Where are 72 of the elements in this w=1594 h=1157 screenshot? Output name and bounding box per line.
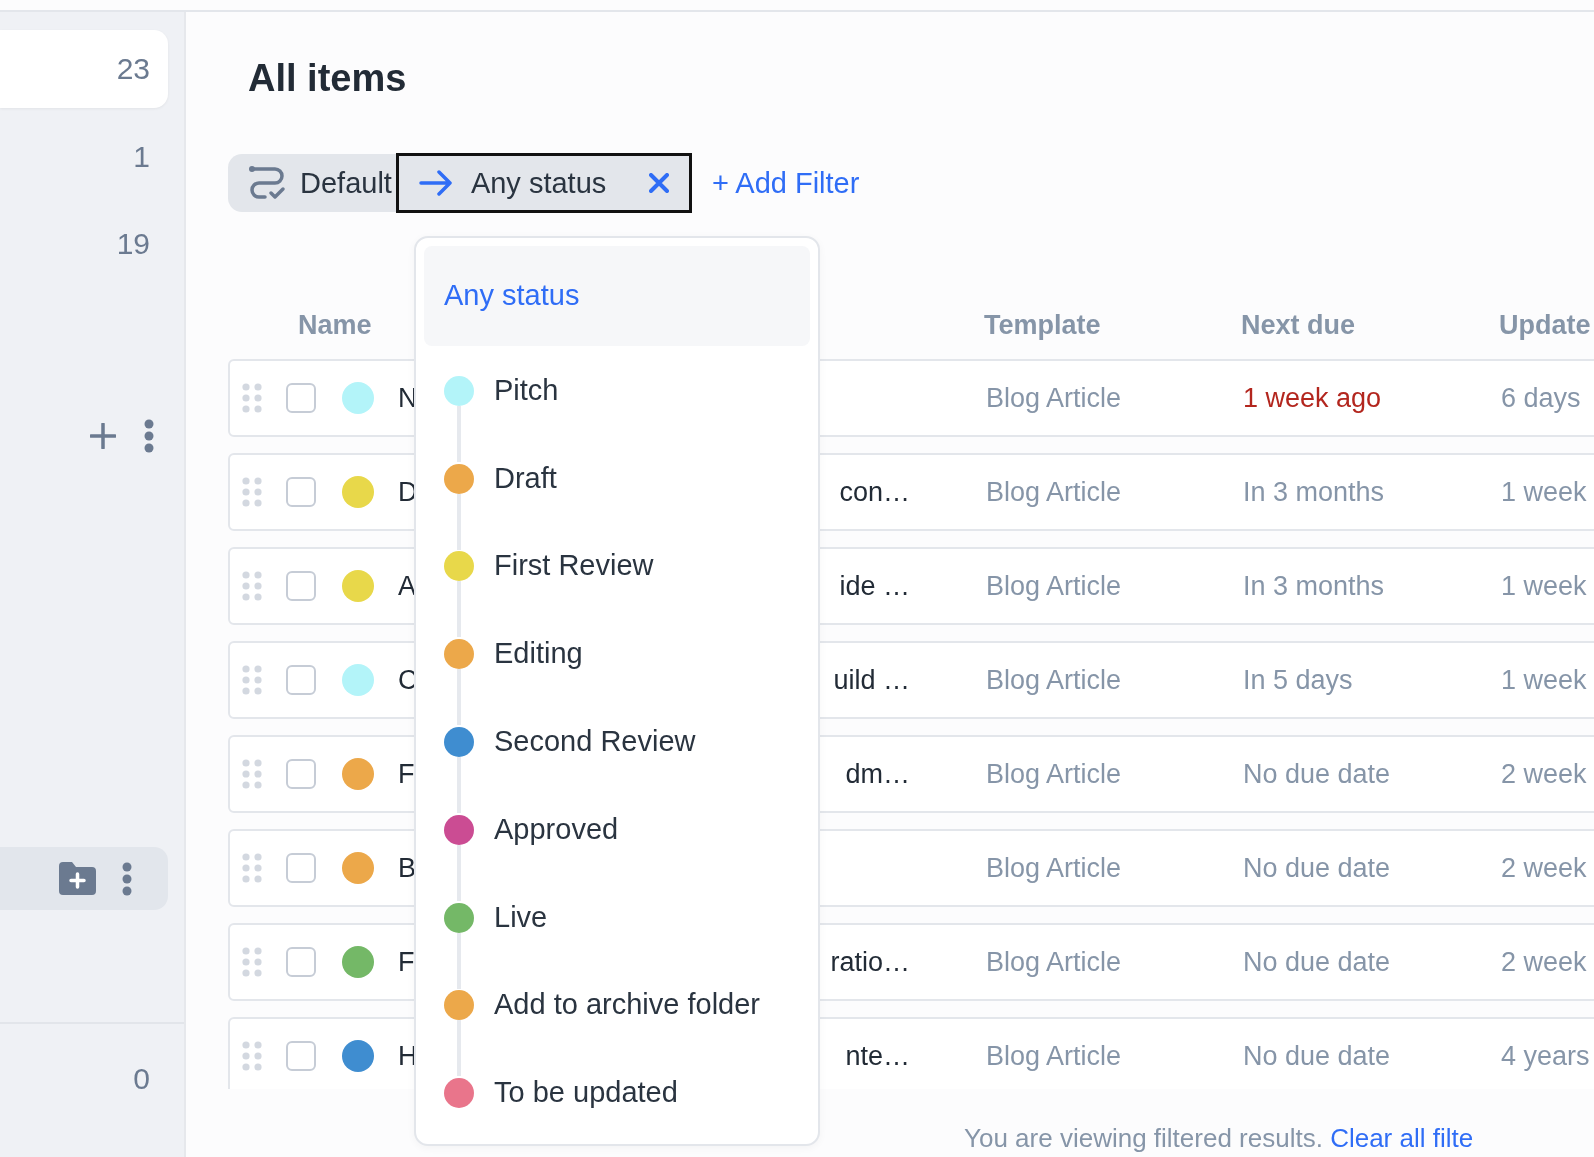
- table-cell-text: 2 week: [1501, 758, 1588, 790]
- drag-handle-icon[interactable]: [242, 383, 262, 413]
- table-cell-text: Blog Article: [986, 570, 1123, 602]
- table-cell-text: In 3 months: [1243, 476, 1386, 508]
- folder-plus-icon[interactable]: [59, 862, 96, 895]
- table-cell: uild …: [833, 664, 910, 696]
- table-cell-text: 1 week ago: [1243, 382, 1383, 414]
- view-selector[interactable]: Default: [228, 154, 396, 212]
- menu-item[interactable]: Any status: [424, 246, 810, 346]
- menu-item[interactable]: First Review: [494, 549, 654, 583]
- table-cell-text: 2 week: [1501, 946, 1588, 978]
- table-cell: F: [398, 946, 415, 978]
- table-cell-text: 1 week: [1501, 570, 1588, 602]
- sidebar-count[interactable]: 23: [0, 30, 168, 108]
- drag-handle-icon[interactable]: [242, 947, 262, 977]
- sidebar-count[interactable]: 0: [0, 1062, 184, 1096]
- table-cell-text: Blog Article: [986, 664, 1123, 696]
- table-cell-text: 4 years: [1501, 1040, 1591, 1072]
- table-cell-text: Blog Article: [986, 382, 1123, 414]
- sidebar-count[interactable]: 19: [0, 205, 168, 283]
- table-cell-text: In 3 months: [1243, 570, 1386, 602]
- more-icon[interactable]: [122, 861, 132, 896]
- table-cell-text: No due date: [1243, 946, 1392, 978]
- table-cell-text: No due date: [1243, 758, 1392, 790]
- table-cell: A: [398, 570, 416, 602]
- table-cell: con…: [839, 476, 910, 508]
- menu-item[interactable]: Draft: [494, 461, 557, 495]
- table-cell: dm…: [845, 758, 910, 790]
- route-icon: [248, 165, 286, 201]
- row-checkbox[interactable]: [286, 853, 316, 883]
- arrow-right-icon: [418, 170, 453, 196]
- row-checkbox[interactable]: [286, 947, 316, 977]
- drag-handle-icon[interactable]: [242, 1041, 262, 1071]
- add-filter-link[interactable]: + Add Filter: [711, 166, 860, 200]
- table-cell-text: Blog Article: [986, 946, 1123, 978]
- menu-item[interactable]: Pitch: [494, 373, 559, 407]
- table-cell-text: No due date: [1243, 1040, 1392, 1072]
- row-checkbox[interactable]: [286, 477, 316, 507]
- plus-icon[interactable]: [90, 423, 116, 449]
- table-cell-text: In 5 days: [1243, 664, 1354, 696]
- drag-handle-icon[interactable]: [242, 665, 262, 695]
- folder-row[interactable]: [0, 847, 168, 910]
- sidebar-count[interactable]: 1: [0, 118, 168, 196]
- table-cell: B: [398, 852, 416, 884]
- more-icon[interactable]: [144, 419, 154, 453]
- drag-handle-icon[interactable]: [242, 571, 262, 601]
- row-checkbox[interactable]: [286, 665, 316, 695]
- page-title: All items: [248, 56, 408, 101]
- table-cell-text: 2 week: [1501, 852, 1588, 884]
- table-cell-text: 1 week: [1501, 664, 1588, 696]
- table-cell-text: 6 days: [1501, 382, 1582, 414]
- table-cell-text: Blog Article: [986, 476, 1123, 508]
- row-checkbox[interactable]: [286, 1041, 316, 1071]
- clear-filters-link[interactable]: Clear all filte: [1330, 1123, 1474, 1153]
- row-checkbox[interactable]: [286, 571, 316, 601]
- close-icon[interactable]: [648, 173, 669, 193]
- table-cell-text: No due date: [1243, 852, 1392, 884]
- drag-handle-icon[interactable]: [242, 853, 262, 883]
- table-cell-text: 1 week: [1501, 476, 1588, 508]
- table-cell-text: Blog Article: [986, 852, 1123, 884]
- table-cell-text: Blog Article: [986, 1040, 1123, 1072]
- row-checkbox[interactable]: [286, 383, 316, 413]
- filter-notice: You are viewing filtered results.: [964, 1123, 1324, 1153]
- drag-handle-icon[interactable]: [242, 759, 262, 789]
- table-cell: nte…: [845, 1040, 910, 1072]
- drag-handle-icon[interactable]: [242, 477, 262, 507]
- table-cell: ratio…: [830, 946, 910, 978]
- status-filter[interactable]: Any status: [395, 153, 692, 213]
- table-cell: ide …: [839, 570, 910, 602]
- row-checkbox[interactable]: [286, 759, 316, 789]
- table-cell-text: Blog Article: [986, 758, 1123, 790]
- table-cell: F: [398, 758, 415, 790]
